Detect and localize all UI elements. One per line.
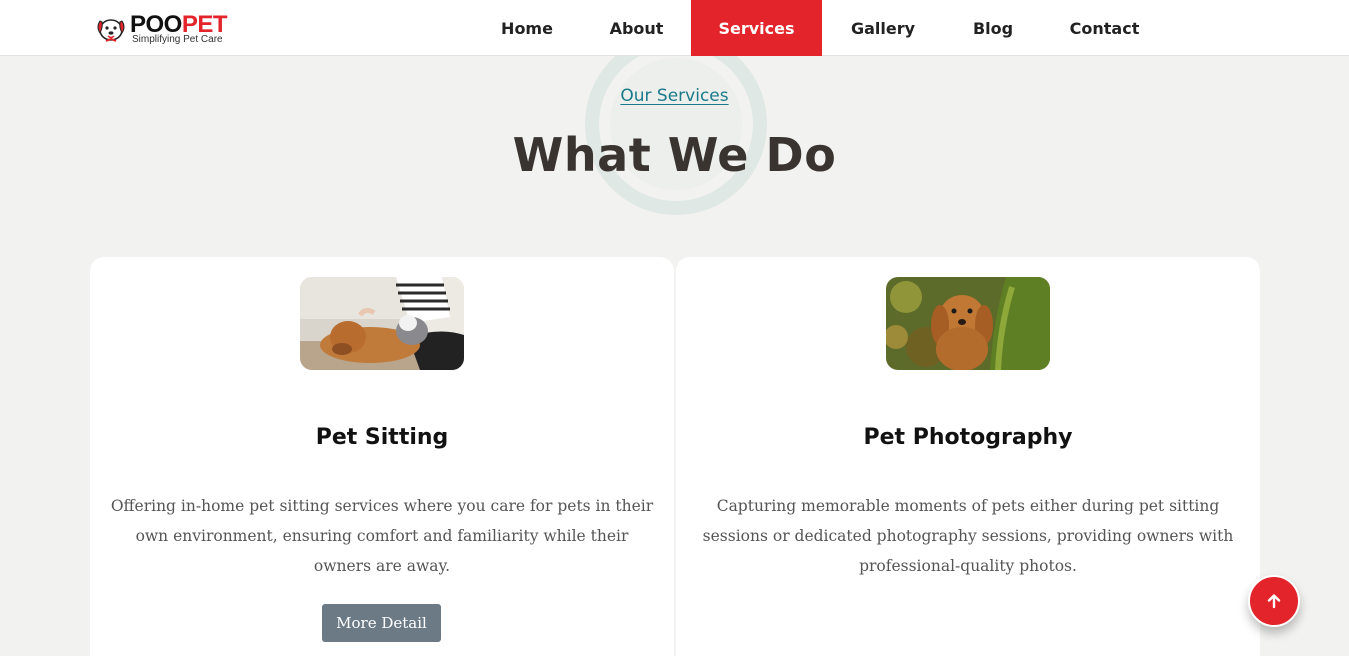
card-description: Offering in-home pet sitting services wh… [110, 497, 654, 575]
main-nav: Home About Services Gallery Blog Contact [472, 0, 1167, 56]
puppy-photo-icon [886, 277, 1050, 370]
more-detail-button[interactable]: More Detail [322, 604, 441, 642]
back-to-top-button[interactable] [1248, 575, 1300, 627]
service-card-pet-sitting: Pet Sitting Offering in-home pet sitting… [90, 257, 674, 656]
pet-photography-image [886, 277, 1050, 370]
site-header: POOPET Simplifying Pet Care Home About S… [0, 0, 1349, 56]
dog-and-cat-photo-icon [300, 277, 464, 370]
nav-home[interactable]: Home [472, 0, 582, 56]
card-description: Capturing memorable moments of pets eith… [702, 497, 1234, 575]
site-logo[interactable]: POOPET Simplifying Pet Care [94, 11, 234, 47]
nav-gallery[interactable]: Gallery [822, 0, 944, 56]
nav-contact[interactable]: Contact [1042, 0, 1167, 56]
pet-sitting-image [300, 277, 464, 370]
arrow-up-icon [1267, 594, 1281, 609]
card-title: Pet Sitting [315, 425, 449, 450]
card-title: Pet Photography [863, 425, 1073, 450]
section-eyebrow[interactable]: Our Services [0, 86, 1349, 106]
section-title: What We Do [512, 128, 837, 182]
nav-services[interactable]: Services [691, 0, 822, 56]
service-card-pet-photography: Pet Photography Capturing memorable mome… [676, 257, 1260, 656]
logo-tagline: Simplifying Pet Care [132, 34, 223, 45]
nav-about[interactable]: About [582, 0, 691, 56]
puppy-logo-icon [97, 19, 125, 42]
nav-blog[interactable]: Blog [944, 0, 1042, 56]
